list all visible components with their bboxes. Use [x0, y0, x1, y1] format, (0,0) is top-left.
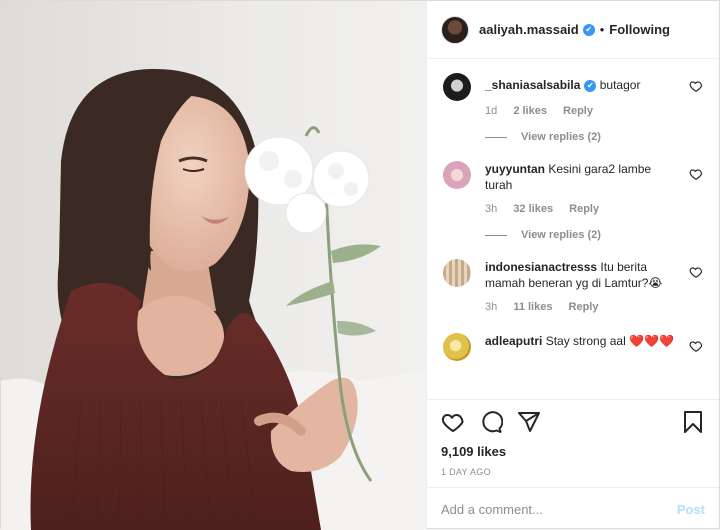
commenter-username[interactable]: yuyyuntan	[485, 162, 545, 176]
comment-item: yuyyuntan Kesini gara2 lambe turah 3h 32…	[443, 159, 703, 215]
commenter-avatar[interactable]	[443, 73, 471, 101]
comment-text: Stay strong aal ❤️❤️❤️	[545, 334, 674, 348]
reply-button[interactable]: Reply	[569, 203, 599, 215]
comment-likes[interactable]: 32 likes	[513, 203, 553, 215]
commenter-username[interactable]: adleaputri	[485, 334, 542, 348]
comment-item: _shaniasalsabila ✔ butagor 1d 2 likes Rep…	[443, 71, 703, 117]
action-icons	[441, 408, 705, 436]
heart-icon[interactable]	[689, 167, 703, 181]
reply-button[interactable]: Reply	[563, 105, 593, 117]
comment-time: 3h	[485, 203, 498, 215]
heart-icon[interactable]	[689, 79, 703, 93]
post-comment-button[interactable]: Post	[677, 502, 705, 517]
post-photo[interactable]	[1, 1, 426, 530]
comment-likes[interactable]: 2 likes	[513, 105, 547, 117]
comments-list[interactable]: _shaniasalsabila ✔ butagor 1d 2 likes Rep…	[427, 59, 719, 399]
post-sidebar: aaliyah.massaid ✔ • Following _shaniasal…	[426, 1, 719, 530]
reply-button[interactable]: Reply	[569, 301, 599, 313]
author-username[interactable]: aaliyah.massaid	[479, 22, 579, 37]
commenter-username[interactable]: indonesianactresss	[485, 260, 597, 274]
bookmark-icon[interactable]	[681, 410, 705, 434]
post-actions: 9,109 likes 1 DAY AGO	[427, 399, 719, 487]
comment-time: 1d	[485, 105, 498, 117]
view-replies-button[interactable]: View replies (2)	[485, 229, 703, 241]
share-icon[interactable]	[517, 410, 541, 434]
verified-badge-icon: ✔	[584, 79, 597, 92]
comment-item: indonesianactresss Itu berita mamah bene…	[443, 257, 703, 313]
header-separator: •	[599, 22, 605, 37]
comment-likes[interactable]: 11 likes	[513, 301, 552, 313]
heart-icon[interactable]	[689, 339, 703, 353]
portrait-photo	[1, 1, 426, 530]
instagram-post: aaliyah.massaid ✔ • Following _shaniasal…	[0, 0, 720, 530]
comment-icon[interactable]	[479, 410, 503, 434]
commenter-avatar[interactable]	[443, 259, 471, 287]
commenter-username[interactable]: _shaniasalsabila	[485, 78, 580, 92]
post-date[interactable]: 1 DAY AGO	[441, 467, 705, 477]
verified-badge-icon: ✔	[582, 23, 595, 36]
view-replies-button[interactable]: View replies (2)	[485, 131, 703, 143]
replies-line	[485, 136, 507, 138]
heart-icon[interactable]	[689, 265, 703, 279]
heart-icon[interactable]	[441, 410, 465, 434]
comment-item: adleaputri Stay strong aal ❤️❤️❤️	[443, 331, 703, 361]
add-comment-bar: Add a comment... Post	[427, 487, 719, 530]
comment-time: 3h	[485, 301, 498, 313]
comment-text: butagor	[599, 78, 641, 92]
comment-input[interactable]: Add a comment...	[441, 502, 677, 517]
commenter-avatar[interactable]	[443, 161, 471, 189]
view-replies-label: View replies (2)	[521, 229, 601, 241]
commenter-avatar[interactable]	[443, 333, 471, 361]
replies-line	[485, 234, 507, 236]
post-header: aaliyah.massaid ✔ • Following	[427, 1, 719, 59]
view-replies-label: View replies (2)	[521, 131, 601, 143]
author-avatar[interactable]	[441, 15, 469, 44]
following-button[interactable]: Following	[609, 22, 670, 37]
likes-count[interactable]: 9,109 likes	[441, 444, 705, 459]
